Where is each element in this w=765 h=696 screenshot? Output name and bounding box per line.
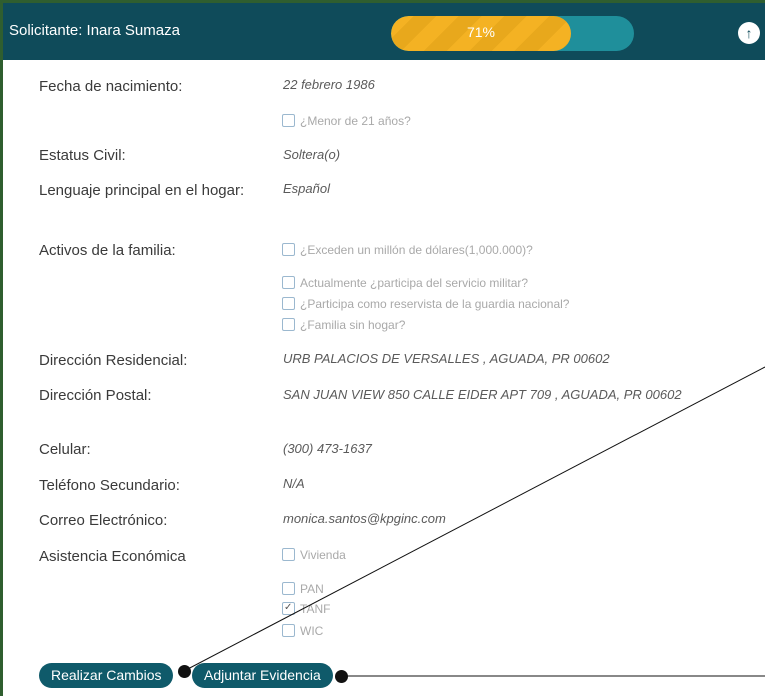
email-value[interactable]: monica.santos@kpginc.com (283, 508, 446, 530)
arrow-up-icon[interactable]: ↑ (738, 22, 760, 44)
postal-label: Dirección Postal: (39, 387, 152, 404)
assets-check-label: ¿Exceden un millón de dólares(1,000.000)… (300, 243, 533, 257)
progress-bar: 71% (391, 16, 634, 51)
postal-value: SAN JUAN VIEW 850 CALLE EIDER APT 709 , … (283, 387, 682, 402)
assistance-check-vivienda[interactable]: Vivienda (282, 547, 346, 563)
checkbox-icon (282, 297, 295, 310)
civil-label: Estatus Civil: (39, 147, 126, 164)
assets-label: Activos de la familia: (39, 242, 176, 259)
cell-value: (300) 473-1637 (283, 441, 372, 456)
birth-label: Fecha de nacimiento: (39, 78, 183, 95)
cell-label: Celular: (39, 441, 91, 458)
language-value: Español (283, 181, 330, 196)
assets-check-1[interactable]: ¿Exceden un millón de dólares(1,000.000)… (282, 242, 533, 258)
checkbox-icon (282, 548, 295, 561)
assistance-check-label: PAN (300, 582, 324, 596)
attach-evidence-button[interactable]: Adjuntar Evidencia (192, 663, 333, 688)
secondary-phone-label: Teléfono Secundario: (39, 477, 180, 494)
checkbox-icon (282, 243, 295, 256)
assistance-check-label: TANF (300, 602, 331, 616)
email-label: Correo Electrónico: (39, 512, 168, 529)
assets-check-4[interactable]: ¿Familia sin hogar? (282, 317, 405, 333)
make-changes-button[interactable]: Realizar Cambios (39, 663, 174, 688)
assets-check-label: ¿Familia sin hogar? (300, 318, 406, 332)
checkbox-icon (282, 276, 295, 289)
annotation-dot-2 (335, 670, 348, 683)
applicant-header: Solicitante: Inara Sumaza 71% ↑ (3, 3, 765, 60)
checkbox-icon (282, 582, 295, 595)
assistance-check-label: Vivienda (300, 548, 346, 562)
checkbox-checked-icon (282, 600, 295, 616)
language-label: Lenguaje principal en el hogar: (39, 182, 245, 199)
assistance-check-pan[interactable]: PAN (282, 581, 324, 597)
checkbox-icon (282, 114, 295, 127)
assistance-check-wic[interactable]: WIC (282, 623, 323, 639)
under21-checkbox[interactable]: ¿Menor de 21 años? (282, 113, 411, 129)
applicant-title: Solicitante: Inara Sumaza (9, 22, 180, 39)
residential-value: URB PALACIOS DE VERSALLES , AGUADA, PR 0… (283, 351, 610, 366)
assets-check-3[interactable]: ¿Participa como reservista de la guardia… (282, 296, 569, 312)
assets-check-label: ¿Participa como reservista de la guardia… (300, 297, 570, 311)
checkbox-icon (282, 318, 295, 331)
assistance-label: Asistencia Económica (39, 548, 186, 565)
birth-value: 22 febrero 1986 (283, 77, 375, 92)
checkbox-icon (282, 624, 295, 637)
assistance-check-tanf[interactable]: TANF (282, 600, 331, 617)
residential-label: Dirección Residencial: (39, 352, 188, 369)
assistance-check-label: WIC (300, 624, 324, 638)
annotation-dot-1 (178, 665, 191, 678)
progress-percent: 71% (466, 24, 496, 40)
assets-check-label: Actualmente ¿participa del servicio mili… (300, 276, 529, 290)
secondary-phone-value: N/A (283, 476, 305, 491)
under21-label: ¿Menor de 21 años? (300, 114, 411, 128)
assets-check-2[interactable]: Actualmente ¿participa del servicio mili… (282, 275, 528, 291)
civil-value: Soltera(o) (283, 147, 341, 162)
